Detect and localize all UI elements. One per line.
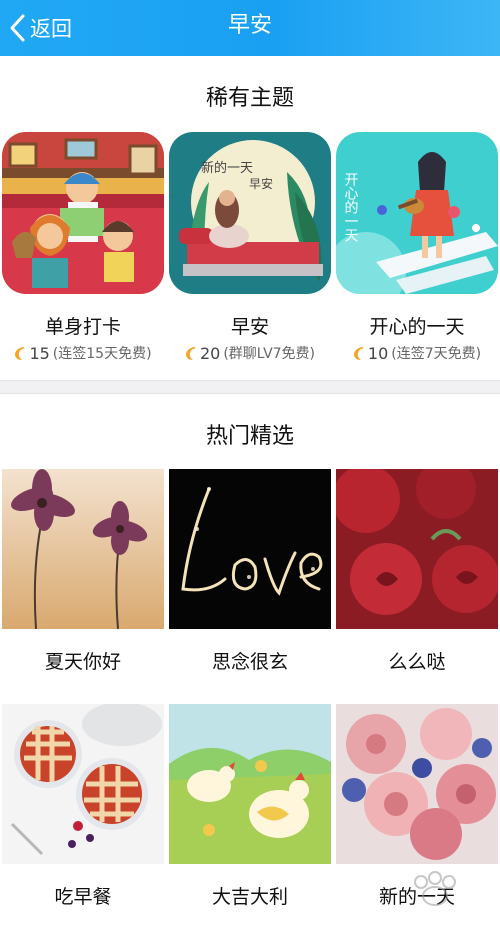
coin-icon — [15, 346, 26, 360]
art-text-top: 新的一天 — [201, 160, 253, 175]
hot-pick-image-new-day — [336, 704, 498, 864]
theme-card-good-morning[interactable]: 新的一天 早安 — [169, 132, 331, 294]
coin-icon — [353, 346, 364, 360]
hot-pick-name-1: 夏天你好 — [44, 651, 121, 673]
hot-pick-summer[interactable] — [2, 469, 164, 629]
hot-pick-name-5: 大吉大利 — [211, 886, 288, 908]
hot-pick-image-summer — [2, 469, 164, 629]
theme-price-condition: (连签7天免费) — [391, 346, 482, 362]
hot-pick-image-kisses — [336, 469, 498, 629]
hot-pick-name-2: 思念很玄 — [211, 651, 288, 673]
hot-pick-longing[interactable] — [169, 469, 331, 629]
theme-name-3: 开心的一天 — [369, 316, 465, 338]
theme-card-single-checkin[interactable] — [2, 132, 164, 294]
theme-name-2: 早安 — [230, 316, 269, 338]
section-divider — [0, 380, 500, 394]
hot-pick-new-day[interactable] — [336, 704, 498, 864]
section-title-rare-themes: 稀有主题 — [205, 86, 294, 111]
theme-image-happy-day: 开心的一天 — [336, 132, 498, 294]
theme-price-2: 20 (群聊LV7免费) — [167, 343, 333, 363]
art-text-bottom: 早安 — [249, 176, 273, 191]
theme-price-value: 20 — [199, 343, 221, 363]
hot-pick-name-3: 么么哒 — [388, 651, 446, 673]
theme-name-1: 单身打卡 — [44, 316, 121, 338]
hot-pick-image-longing — [169, 469, 331, 629]
theme-price-value: 15 — [29, 343, 50, 363]
art-text: 开心的一天 — [343, 172, 359, 242]
top-bar: 返回 早安 — [0, 0, 500, 56]
theme-image-single-checkin — [2, 132, 164, 294]
theme-price-1: 15 (连签15天免费) — [0, 343, 166, 363]
coin-icon — [185, 346, 196, 360]
theme-price-condition: (群聊LV7免费) — [223, 346, 316, 362]
hot-pick-name-4: 吃早餐 — [54, 886, 112, 908]
hot-pick-image-good-luck — [169, 704, 331, 864]
hot-pick-breakfast[interactable] — [2, 704, 164, 864]
page-title: 早安 — [227, 13, 272, 38]
theme-price-3: 10 (连签7天免费) — [334, 343, 500, 363]
theme-card-happy-day[interactable]: 开心的一天 — [336, 132, 498, 294]
hot-pick-kisses[interactable] — [336, 469, 498, 629]
watermark-logo — [414, 871, 456, 906]
section-title-hot-picks: 热门精选 — [205, 424, 294, 449]
theme-image-good-morning: 新的一天 早安 — [169, 132, 331, 294]
theme-price-value: 10 — [367, 343, 389, 363]
hot-pick-image-breakfast — [2, 704, 164, 864]
theme-price-condition: (连签15天免费) — [52, 346, 152, 362]
hot-pick-good-luck[interactable] — [169, 704, 331, 864]
